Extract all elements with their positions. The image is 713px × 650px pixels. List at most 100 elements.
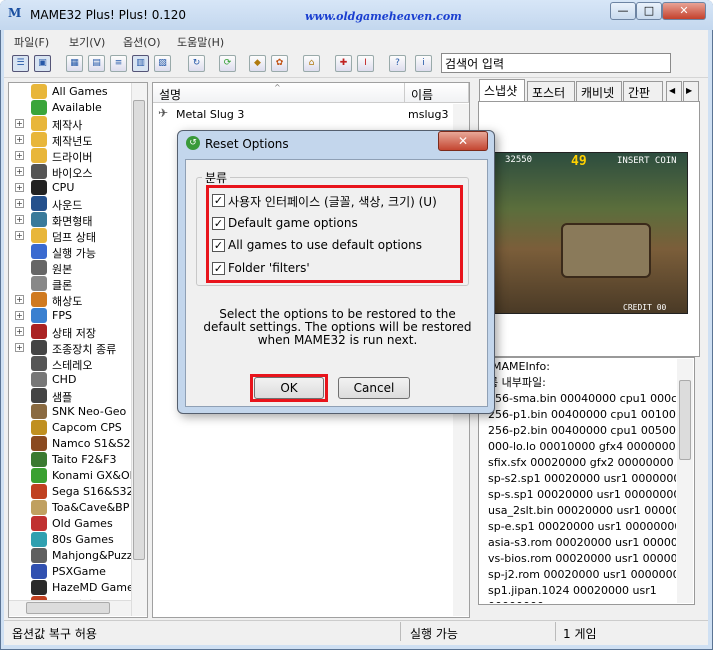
menu-view[interactable]: 보기(V) bbox=[69, 34, 105, 50]
tab-marquee[interactable]: 간판 bbox=[623, 81, 663, 101]
screenshot-ammo: 49 bbox=[571, 154, 587, 169]
maximize-button[interactable]: □ bbox=[636, 2, 662, 20]
sidebar-item[interactable]: All Games bbox=[8, 84, 132, 100]
sidebar-item[interactable]: 스테레오 bbox=[8, 356, 132, 372]
about-icon[interactable]: i bbox=[415, 55, 432, 72]
folder-icon bbox=[31, 148, 47, 163]
sidebar-item[interactable]: HazeMD Games bbox=[8, 580, 132, 596]
games-icon[interactable]: ✚ bbox=[335, 55, 352, 72]
sidebar-item[interactable]: + FPS bbox=[8, 308, 132, 324]
folder-icon bbox=[31, 516, 47, 531]
folder-view-icon[interactable]: ☰ bbox=[12, 55, 29, 72]
sidebar-item-label: 사운드 bbox=[52, 199, 83, 212]
image-icon[interactable]: ◆ bbox=[249, 55, 266, 72]
info-line: sp-j2.rom 00020000 usr1 00000000 bbox=[488, 568, 676, 581]
ime-icon[interactable]: I bbox=[357, 55, 374, 72]
info-scroll-thumb[interactable] bbox=[679, 380, 691, 460]
tree-hscroll-thumb[interactable] bbox=[26, 602, 110, 614]
sidebar-item[interactable]: 실행 가능 bbox=[8, 244, 132, 260]
expand-icon[interactable]: + bbox=[15, 199, 24, 208]
sidebar-item[interactable]: + 해상도 bbox=[8, 292, 132, 308]
folder-icon bbox=[31, 324, 47, 339]
expand-icon[interactable]: + bbox=[15, 119, 24, 128]
expand-icon[interactable]: + bbox=[15, 167, 24, 176]
dialog-close-button[interactable]: ✕ bbox=[438, 131, 488, 151]
grouped-icon[interactable]: ▧ bbox=[154, 55, 171, 72]
details-icon[interactable]: ▥ bbox=[132, 55, 149, 72]
help-icon[interactable]: ? bbox=[389, 55, 406, 72]
tab-scroll-left[interactable]: ◀ bbox=[666, 81, 682, 101]
sidebar-item[interactable]: Old Games bbox=[8, 516, 132, 532]
list-icon[interactable]: ≡ bbox=[110, 55, 127, 72]
sidebar-item[interactable]: 원본 bbox=[8, 260, 132, 276]
expand-icon[interactable]: + bbox=[15, 343, 24, 352]
search-input[interactable]: 검색어 입력 bbox=[441, 53, 671, 73]
menu-options[interactable]: 옵션(O) bbox=[123, 34, 160, 50]
sidebar-item[interactable]: Capcom CPS bbox=[8, 420, 132, 436]
large-icons-icon[interactable]: ▦ bbox=[66, 55, 83, 72]
folder-icon bbox=[31, 580, 47, 595]
sidebar-item[interactable]: Available bbox=[8, 100, 132, 116]
sidebar-item-label: Namco S1&S2 bbox=[52, 437, 131, 450]
sidebar-item[interactable]: PSXGame bbox=[8, 564, 132, 580]
expand-icon[interactable]: + bbox=[15, 183, 24, 192]
close-button[interactable]: ✕ bbox=[662, 2, 706, 20]
sidebar-item[interactable]: Toa&Cave&BP bbox=[8, 500, 132, 516]
expand-icon[interactable]: + bbox=[15, 215, 24, 224]
expand-icon[interactable]: + bbox=[15, 231, 24, 240]
home-icon[interactable]: ⌂ bbox=[303, 55, 320, 72]
sidebar-item[interactable]: + 상태 저장 bbox=[8, 324, 132, 340]
sidebar-item[interactable]: 클론 bbox=[8, 276, 132, 292]
menu-help[interactable]: 도움말(H) bbox=[177, 34, 224, 50]
sidebar-item[interactable]: 샘플 bbox=[8, 388, 132, 404]
screenshot-view-icon[interactable]: ▣ bbox=[34, 55, 51, 72]
sidebar-item[interactable]: + 덤프 상태 bbox=[8, 228, 132, 244]
refresh-icon[interactable]: ⟳ bbox=[219, 55, 236, 72]
expand-icon[interactable]: + bbox=[15, 327, 24, 336]
sidebar-item[interactable]: CHD bbox=[8, 372, 132, 388]
sidebar-item-label: 드라이버 bbox=[52, 151, 93, 164]
cancel-button[interactable]: Cancel bbox=[338, 377, 410, 399]
expand-icon[interactable]: + bbox=[15, 151, 24, 160]
folder-icon bbox=[31, 260, 47, 275]
tab-poster[interactable]: 포스터 bbox=[527, 81, 575, 101]
sidebar-item[interactable]: + 제작사 bbox=[8, 116, 132, 132]
sidebar-item[interactable]: Sega S16&S32 bbox=[8, 484, 132, 500]
dialog-note: Select the options to be restored to the… bbox=[203, 307, 472, 347]
sidebar-item[interactable]: + 제작년도 bbox=[8, 132, 132, 148]
column-header-name[interactable]: 이름 bbox=[405, 83, 469, 103]
small-icons-icon[interactable]: ▤ bbox=[88, 55, 105, 72]
minimize-button[interactable]: — bbox=[610, 2, 636, 20]
tab-snapshot[interactable]: 스냅샷 bbox=[479, 79, 525, 102]
folder-icon bbox=[31, 468, 47, 483]
play-icon[interactable]: ↻ bbox=[188, 55, 205, 72]
sidebar-item[interactable]: + 바이오스 bbox=[8, 164, 132, 180]
sidebar-item[interactable]: + 조종장치 종류 bbox=[8, 340, 132, 356]
expand-icon[interactable]: + bbox=[15, 295, 24, 304]
sidebar-item[interactable]: + 드라이버 bbox=[8, 148, 132, 164]
mame-info-text: MAMEInfo: 롬 내부파일: 256-sma.bin 00040000 c… bbox=[480, 359, 676, 603]
sidebar-item[interactable]: Konami GX&OLD bbox=[8, 468, 132, 484]
table-row[interactable]: ✈ Metal Slug 3 mslug3 bbox=[154, 106, 468, 122]
sidebar-item[interactable]: SNK Neo-Geo bbox=[8, 404, 132, 420]
sidebar-item[interactable]: + CPU bbox=[8, 180, 132, 196]
expand-icon[interactable]: + bbox=[15, 311, 24, 320]
sidebar-item-label: 화면형태 bbox=[52, 215, 93, 228]
menu-file[interactable]: 파일(F) bbox=[14, 34, 49, 50]
sidebar-item[interactable]: Namco S1&S2 bbox=[8, 436, 132, 452]
dialog-icon: ↺ bbox=[186, 136, 200, 150]
tree-scroll-thumb[interactable] bbox=[133, 100, 145, 560]
info-lines: 256-sma.bin 00040000 cpu1 000c0000 256-p1… bbox=[488, 391, 676, 603]
sidebar-item[interactable]: Mahjong&Puzzle bbox=[8, 548, 132, 564]
tab-cabinet[interactable]: 캐비넷 bbox=[576, 81, 622, 101]
folder-icon bbox=[31, 228, 47, 243]
palette-icon[interactable]: ✿ bbox=[271, 55, 288, 72]
sidebar-item[interactable]: 80s Games bbox=[8, 532, 132, 548]
sidebar-item[interactable]: Taito F2&F3 bbox=[8, 452, 132, 468]
expand-icon[interactable]: + bbox=[15, 135, 24, 144]
sidebar-item[interactable]: + 화면형태 bbox=[8, 212, 132, 228]
app-icon: M bbox=[8, 6, 22, 20]
sidebar-item[interactable]: + 사운드 bbox=[8, 196, 132, 212]
folder-tree-items: All Games Available + 제작사 + 제작년도 + 드라이버 + 바이오스 + CP… bbox=[8, 82, 132, 600]
tab-scroll-right[interactable]: ▶ bbox=[683, 81, 699, 101]
